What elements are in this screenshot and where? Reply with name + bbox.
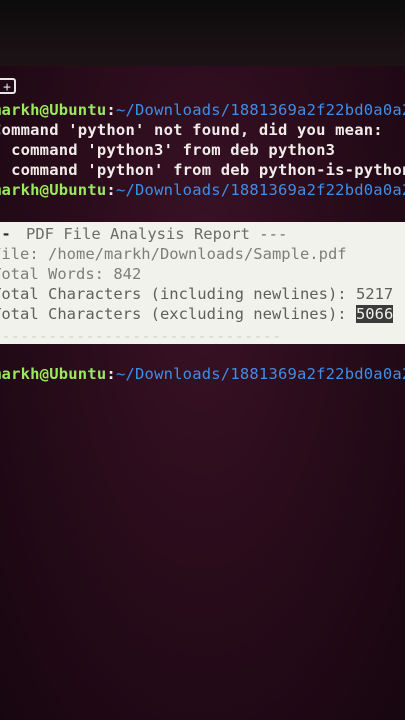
prompt-separator: :	[106, 101, 116, 119]
prompt-separator: :	[106, 181, 116, 199]
prompt-separator: :	[106, 365, 116, 383]
output-line: command 'python3' from deb python3	[0, 141, 336, 159]
report-footer: -------------------------------	[0, 327, 282, 345]
terminal-window[interactable]: + markh@Ubuntu:~/Downloads/1881369a2f22b…	[0, 66, 405, 720]
report-chars-including: Total Characters (including newlines): 5…	[0, 285, 394, 303]
prompt-path: ~/Downloads/1881369a2f22bd0a0a23e	[115, 101, 405, 119]
prompt-user-host: markh@Ubuntu	[0, 101, 107, 119]
prompt-user-host: markh@Ubuntu	[0, 365, 107, 383]
report-words: Total Words: 842	[0, 265, 142, 283]
prompt-user-host: markh@Ubuntu	[0, 181, 107, 199]
report-title: PDF File Analysis Report ---	[26, 225, 288, 243]
prompt-line-2: markh@Ubuntu:~/Downloads/1881369a2f22bd0…	[0, 180, 405, 200]
prompt-line-1: markh@Ubuntu:~/Downloads/1881369a2f22bd0…	[0, 100, 405, 120]
output-line: Command 'python' not found, did you mean…	[0, 121, 383, 139]
prompt-line-3: markh@Ubuntu:~/Downloads/1881369a2f22bd0…	[0, 364, 405, 384]
output-line: command 'python' from deb python-is-pyth…	[0, 161, 405, 179]
monitor-bezel	[0, 0, 405, 66]
prompt-path: ~/Downloads/1881369a2f22bd0a0a23e6	[115, 365, 405, 383]
report-file: File: /home/markh/Downloads/Sample.pdf	[0, 245, 347, 263]
report-prefix: --	[0, 225, 11, 243]
prompt-path: ~/Downloads/1881369a2f22bd0a0a23e	[115, 181, 405, 199]
report-chars-excluding-label: Total Characters (excluding newlines):	[0, 305, 356, 323]
report-chars-excluding: Total Characters (excluding newlines): 5…	[0, 304, 394, 324]
report-chars-excluding-value: 5066	[355, 305, 394, 323]
new-tab-icon[interactable]: +	[0, 78, 16, 95]
